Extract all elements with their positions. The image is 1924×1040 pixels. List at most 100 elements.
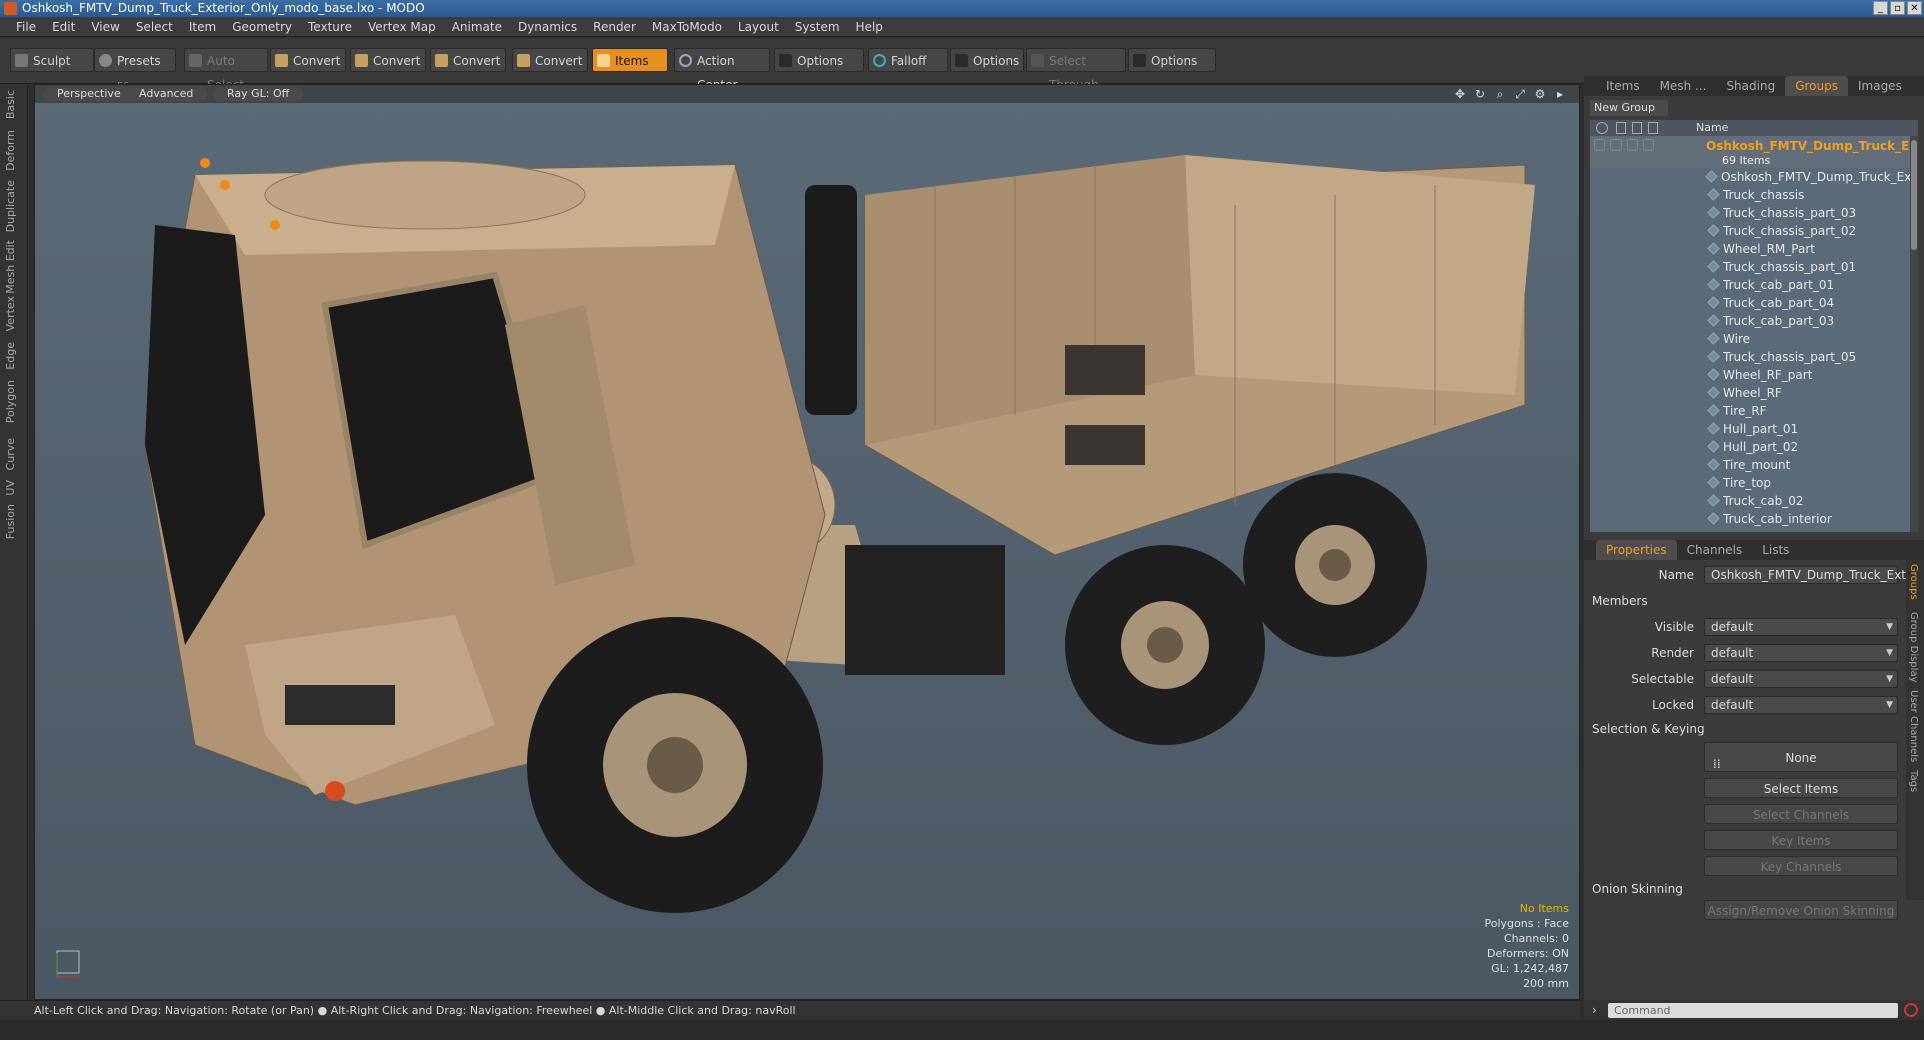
name-field[interactable]: Oshkosh_FMTV_Dump_Truck_Exterior bbox=[1704, 566, 1924, 584]
onion-skinning-section[interactable]: Onion Skinning bbox=[1592, 882, 1683, 896]
3d-viewport[interactable]: Perspective Advanced Ray GL: Off ✥ ↻ ⌕ ⤢… bbox=[34, 84, 1580, 1000]
tab-uv[interactable]: UV bbox=[4, 480, 17, 496]
close-button[interactable]: ✕ bbox=[1907, 1, 1922, 15]
tab-curve[interactable]: Curve bbox=[4, 438, 17, 470]
members-section[interactable]: Members bbox=[1592, 594, 1648, 608]
falloff-button[interactable]: Falloff bbox=[868, 48, 948, 72]
auto-select-button[interactable]: Auto Select bbox=[184, 48, 268, 92]
items-mode-button[interactable]: Items bbox=[592, 48, 668, 72]
options-button-3[interactable]: Options bbox=[1128, 48, 1216, 72]
menu-help[interactable]: Help bbox=[848, 17, 891, 36]
visible-dropdown[interactable]: default ▼ bbox=[1704, 618, 1898, 636]
render-dropdown[interactable]: default ▼ bbox=[1704, 644, 1898, 662]
menu-select[interactable]: Select bbox=[128, 17, 181, 36]
tab-lists[interactable]: Lists bbox=[1752, 540, 1799, 560]
menu-view[interactable]: View bbox=[83, 17, 127, 36]
menu-geometry[interactable]: Geometry bbox=[224, 17, 300, 36]
select-channels-button[interactable]: Select Channels bbox=[1704, 804, 1898, 824]
tab-vertex[interactable]: Vertex bbox=[4, 296, 17, 331]
list-item[interactable]: Truck_cab_02 bbox=[1590, 492, 1910, 510]
tab-basic[interactable]: Basic bbox=[4, 90, 17, 119]
list-item[interactable]: Hull_part_02 bbox=[1590, 438, 1910, 456]
action-center-button[interactable]: Action Center bbox=[674, 48, 770, 92]
column-name[interactable]: Name bbox=[1696, 120, 1728, 136]
options-button-1[interactable]: Options bbox=[774, 48, 864, 72]
menu-edit[interactable]: Edit bbox=[44, 17, 83, 36]
tab-edge[interactable]: Edge bbox=[4, 342, 17, 370]
list-item[interactable]: Oshkosh_FMTV_Dump_Truck_Exte ... bbox=[1590, 168, 1910, 186]
assign-onion-button[interactable]: Assign/Remove Onion Skinning bbox=[1704, 900, 1898, 920]
zoom-icon[interactable]: ⌕ bbox=[1493, 87, 1507, 101]
key-items-button[interactable]: Key Items bbox=[1704, 830, 1898, 850]
select-items-button[interactable]: Select Items bbox=[1704, 778, 1898, 798]
list-item[interactable]: Truck_cab_part_01 bbox=[1590, 276, 1910, 294]
list-item[interactable]: Truck_chassis_part_03 bbox=[1590, 204, 1910, 222]
presets-button[interactable]: Presets F6 bbox=[94, 48, 176, 92]
key-channels-button[interactable]: Key Channels bbox=[1704, 856, 1898, 876]
lock-icon[interactable] bbox=[1616, 122, 1626, 134]
rotate-icon[interactable]: ↻ bbox=[1473, 87, 1487, 101]
select-through-button[interactable]: Select Through bbox=[1026, 48, 1126, 92]
groups-scrollbar[interactable] bbox=[1910, 136, 1918, 532]
scroll-thumb[interactable] bbox=[1911, 140, 1917, 250]
list-item[interactable]: Truck_cab_interior bbox=[1590, 510, 1910, 528]
minimize-button[interactable]: _ bbox=[1873, 1, 1888, 15]
convert-button-4[interactable]: Convert bbox=[512, 48, 588, 72]
tab-groups[interactable]: Groups bbox=[1785, 76, 1848, 96]
tab-images[interactable]: Images bbox=[1848, 76, 1912, 96]
list-item[interactable]: Wire bbox=[1590, 330, 1910, 348]
gear-icon[interactable]: ⚙ bbox=[1533, 87, 1547, 101]
list-item[interactable]: Truck_chassis_part_02 bbox=[1590, 222, 1910, 240]
menu-texture[interactable]: Texture bbox=[300, 17, 360, 36]
tab-deform[interactable]: Deform bbox=[4, 130, 17, 171]
tab-fusion[interactable]: Fusion bbox=[4, 504, 17, 539]
new-group-button[interactable]: New Group bbox=[1590, 100, 1668, 116]
list-item[interactable]: Truck_chassis bbox=[1590, 186, 1910, 204]
menu-vertex-map[interactable]: Vertex Map bbox=[360, 17, 444, 36]
tab-shading[interactable]: Shading bbox=[1716, 76, 1785, 96]
group-row[interactable]: Oshkosh_FMTV_Dump_Truck_E ... 69 Items bbox=[1590, 136, 1910, 168]
menu-render[interactable]: Render bbox=[585, 17, 644, 36]
maximize-icon[interactable]: ⤢ bbox=[1513, 87, 1527, 101]
list-item[interactable]: Truck_chassis_part_05 bbox=[1590, 348, 1910, 366]
eye-icon[interactable] bbox=[1596, 122, 1608, 134]
side-tab-user-channels[interactable]: User Channels bbox=[1908, 690, 1919, 762]
list-item[interactable]: Wheel_RF_part bbox=[1590, 366, 1910, 384]
arrow-right-icon[interactable]: ▸ bbox=[1553, 87, 1567, 101]
selection-keying-section[interactable]: Selection & Keying bbox=[1592, 722, 1705, 736]
viewport-view-dropdown[interactable]: Perspective bbox=[43, 87, 135, 101]
list-item[interactable]: Truck_cab_part_04 bbox=[1590, 294, 1910, 312]
list-item[interactable]: Wheel_RF bbox=[1590, 384, 1910, 402]
list-item[interactable]: Tire_top bbox=[1590, 474, 1910, 492]
menu-layout[interactable]: Layout bbox=[730, 17, 787, 36]
command-input[interactable]: Command bbox=[1608, 1003, 1898, 1018]
sculpt-button[interactable]: Sculpt bbox=[10, 48, 94, 72]
move-icon[interactable]: ✥ bbox=[1453, 87, 1467, 101]
tab-duplicate[interactable]: Duplicate bbox=[4, 180, 17, 232]
menu-file[interactable]: File bbox=[8, 17, 44, 36]
options-button-2[interactable]: Options bbox=[950, 48, 1024, 72]
menu-animate[interactable]: Animate bbox=[444, 17, 510, 36]
list-item[interactable]: Tire_RF bbox=[1590, 402, 1910, 420]
tab-properties[interactable]: Properties bbox=[1596, 540, 1677, 560]
convert-button-2[interactable]: Convert bbox=[350, 48, 426, 72]
tab-mesh[interactable]: Mesh ... bbox=[1650, 76, 1717, 96]
convert-button-3[interactable]: Convert bbox=[430, 48, 506, 72]
tab-channels[interactable]: Channels bbox=[1677, 540, 1753, 560]
list-item[interactable]: Wheel_RM_Part bbox=[1590, 240, 1910, 258]
maximize-button[interactable]: ▫ bbox=[1890, 1, 1905, 15]
convert-button-1[interactable]: Convert bbox=[270, 48, 346, 72]
truck-model[interactable] bbox=[35, 85, 1580, 1000]
render-icon[interactable] bbox=[1632, 122, 1642, 134]
raygl-toggle[interactable]: Ray GL: Off bbox=[213, 87, 304, 101]
menu-item[interactable]: Item bbox=[181, 17, 224, 36]
side-tab-groups[interactable]: Groups bbox=[1908, 564, 1919, 600]
locked-dropdown[interactable]: default ▼ bbox=[1704, 696, 1898, 714]
tab-mesh-edit[interactable]: Mesh Edit bbox=[4, 240, 17, 294]
selectable-dropdown[interactable]: default ▼ bbox=[1704, 670, 1898, 688]
record-icon[interactable] bbox=[1904, 1003, 1918, 1017]
select-icon[interactable] bbox=[1648, 122, 1658, 134]
tab-polygon[interactable]: Polygon bbox=[4, 380, 17, 423]
groups-list[interactable]: Oshkosh_FMTV_Dump_Truck_E ... 69 Items O… bbox=[1590, 136, 1910, 532]
side-tab-group-display[interactable]: Group Display bbox=[1908, 612, 1919, 682]
